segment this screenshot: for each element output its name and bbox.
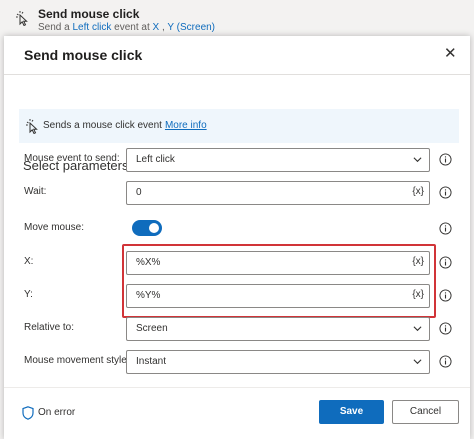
info-icon[interactable] [439, 289, 452, 302]
row-mouse-event: Mouse event to send: Left click [4, 148, 470, 172]
header-divider [4, 74, 470, 75]
info-banner: Sends a mouse click event More info [19, 109, 459, 143]
row-movement-style: Mouse movement style: Instant [4, 350, 470, 374]
wait-label: Wait: [24, 186, 47, 197]
info-icon[interactable] [439, 355, 452, 368]
mouse-click-icon [26, 119, 38, 134]
info-icon[interactable] [439, 222, 452, 235]
move-mouse-toggle[interactable] [132, 220, 162, 236]
row-wait: Wait: 0 {x} [4, 181, 470, 205]
chevron-down-icon [413, 157, 422, 163]
move-mouse-label: Move mouse: [24, 222, 85, 233]
mouse-event-dropdown[interactable]: Left click [126, 148, 430, 172]
chevron-down-icon [413, 359, 422, 365]
row-relative-to: Relative to: Screen [4, 317, 470, 341]
wait-input[interactable]: 0 {x} [126, 181, 430, 205]
x-value: %X% [136, 257, 161, 268]
row-x: X: %X% {x} [4, 251, 470, 275]
movement-style-label: Mouse movement style: [24, 355, 130, 366]
action-item[interactable]: Send mouse click Send a Left click event… [0, 0, 474, 36]
y-input[interactable]: %Y% {x} [126, 284, 430, 308]
x-input[interactable]: %X% {x} [126, 251, 430, 275]
movement-style-value: Instant [136, 356, 167, 367]
variable-button[interactable]: {x} [412, 186, 424, 197]
banner-text: Sends a mouse click event More info [43, 120, 207, 131]
footer-divider [4, 387, 470, 388]
close-icon[interactable]: ✕ [444, 46, 457, 62]
relative-to-dropdown[interactable]: Screen [126, 317, 430, 341]
action-description: Send a Left click event at X , Y (Screen… [38, 22, 216, 33]
relative-to-value: Screen [136, 323, 168, 334]
mouse-event-label: Mouse event to send: [24, 153, 120, 164]
cancel-button[interactable]: Cancel [392, 400, 459, 424]
on-error-label: On error [38, 407, 76, 418]
x-label: X: [24, 256, 34, 267]
y-label: Y: [24, 289, 33, 300]
mouse-event-value: Left click [136, 154, 175, 165]
more-info-link[interactable]: More info [165, 120, 207, 131]
info-icon[interactable] [439, 153, 452, 166]
variable-button[interactable]: {x} [412, 289, 424, 300]
info-icon[interactable] [439, 322, 452, 335]
save-button[interactable]: Save [319, 400, 384, 424]
dialog-title: Send mouse click [24, 47, 143, 63]
row-move-mouse: Move mouse: [4, 217, 470, 241]
send-mouse-click-dialog: Send mouse click ✕ Sends a mouse click e… [4, 36, 470, 439]
relative-to-label: Relative to: [24, 322, 75, 333]
chevron-down-icon [413, 326, 422, 332]
y-value: %Y% [136, 290, 161, 301]
action-title: Send mouse click [38, 7, 140, 21]
mouse-click-icon [16, 11, 28, 26]
info-icon[interactable] [439, 186, 452, 199]
wait-value: 0 [136, 187, 142, 198]
variable-button[interactable]: {x} [412, 256, 424, 267]
row-y: Y: %Y% {x} [4, 284, 470, 308]
info-icon[interactable] [439, 256, 452, 269]
movement-style-dropdown[interactable]: Instant [126, 350, 430, 374]
toggle-knob [149, 223, 159, 233]
shield-icon [22, 406, 34, 420]
